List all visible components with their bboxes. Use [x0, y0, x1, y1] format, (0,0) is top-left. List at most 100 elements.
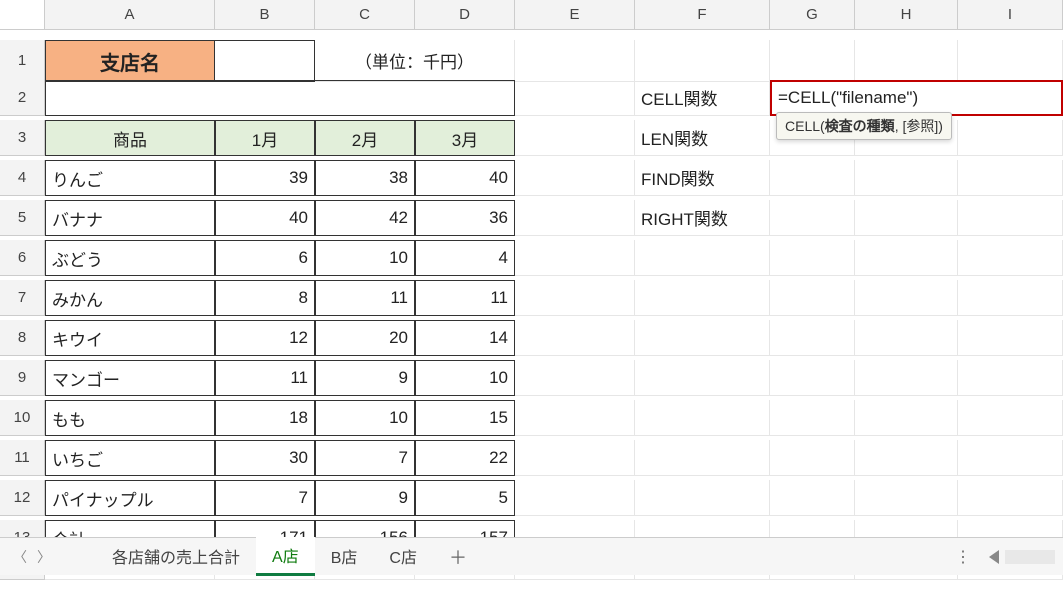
cell-G5[interactable] [770, 200, 855, 236]
cell-F10[interactable] [635, 400, 770, 436]
hscroll-left-icon[interactable] [989, 550, 999, 564]
row-header-10[interactable]: 10 [0, 400, 45, 436]
row-header-4[interactable]: 4 [0, 160, 45, 196]
cell-F1[interactable] [635, 40, 770, 82]
cell-D11[interactable]: 22 [415, 440, 515, 476]
cell-G4[interactable] [770, 160, 855, 196]
row-header-11[interactable]: 11 [0, 440, 45, 476]
cell-A4[interactable]: りんご [45, 160, 215, 196]
cell-D9[interactable]: 10 [415, 360, 515, 396]
col-header-C[interactable]: C [315, 0, 415, 30]
new-sheet-button[interactable]: ＋ [433, 544, 483, 570]
cell-E11[interactable] [515, 440, 635, 476]
col-header-H[interactable]: H [855, 0, 958, 30]
cell-F6[interactable] [635, 240, 770, 276]
cell-D4[interactable]: 40 [415, 160, 515, 196]
cell-I8[interactable] [958, 320, 1063, 356]
cell-H11[interactable] [855, 440, 958, 476]
hscroll-track[interactable] [1005, 550, 1055, 564]
cell-I6[interactable] [958, 240, 1063, 276]
cell-G11[interactable] [770, 440, 855, 476]
cell-C10[interactable]: 10 [315, 400, 415, 436]
tabs-menu-icon[interactable]: ⋮ [945, 547, 983, 567]
cell-G7[interactable] [770, 280, 855, 316]
cell-F7[interactable] [635, 280, 770, 316]
cell-I10[interactable] [958, 400, 1063, 436]
cell-E10[interactable] [515, 400, 635, 436]
cell-F12[interactable] [635, 480, 770, 516]
cell-G10[interactable] [770, 400, 855, 436]
cell-H1[interactable] [855, 40, 958, 82]
tab-c-store[interactable]: C店 [373, 538, 433, 576]
cell-B5[interactable]: 40 [215, 200, 315, 236]
row-header-5[interactable]: 5 [0, 200, 45, 236]
cell-A12[interactable]: パイナップル [45, 480, 215, 516]
select-all-corner[interactable] [0, 0, 45, 30]
cell-A8[interactable]: キウイ [45, 320, 215, 356]
cell-F5[interactable]: RIGHT関数 [635, 200, 770, 236]
cell-H4[interactable] [855, 160, 958, 196]
cell-A3[interactable]: 商品 [45, 120, 215, 156]
col-header-G[interactable]: G [770, 0, 855, 30]
cell-H6[interactable] [855, 240, 958, 276]
col-header-F[interactable]: F [635, 0, 770, 30]
cell-I5[interactable] [958, 200, 1063, 236]
cell-F2[interactable]: CELL関数 [635, 80, 770, 116]
cell-I12[interactable] [958, 480, 1063, 516]
cell-F8[interactable] [635, 320, 770, 356]
cell-G9[interactable] [770, 360, 855, 396]
cell-H9[interactable] [855, 360, 958, 396]
cell-I7[interactable] [958, 280, 1063, 316]
cell-C11[interactable]: 7 [315, 440, 415, 476]
col-header-A[interactable]: A [45, 0, 215, 30]
cell-F4[interactable]: FIND関数 [635, 160, 770, 196]
cell-A2[interactable] [45, 80, 515, 116]
cell-C9[interactable]: 9 [315, 360, 415, 396]
cell-B9[interactable]: 11 [215, 360, 315, 396]
cell-D5[interactable]: 36 [415, 200, 515, 236]
cell-B12[interactable]: 7 [215, 480, 315, 516]
tab-b-store[interactable]: B店 [315, 538, 374, 576]
col-header-E[interactable]: E [515, 0, 635, 30]
cell-B8[interactable]: 12 [215, 320, 315, 356]
tab-nav-next-icon[interactable]: 〉 [32, 545, 56, 569]
cell-G1[interactable] [770, 40, 855, 82]
row-header-8[interactable]: 8 [0, 320, 45, 356]
cell-C4[interactable]: 38 [315, 160, 415, 196]
cell-A5[interactable]: バナナ [45, 200, 215, 236]
row-header-6[interactable]: 6 [0, 240, 45, 276]
cell-D12[interactable]: 5 [415, 480, 515, 516]
cell-C6[interactable]: 10 [315, 240, 415, 276]
cell-H12[interactable] [855, 480, 958, 516]
cell-E8[interactable] [515, 320, 635, 356]
cell-B6[interactable]: 6 [215, 240, 315, 276]
cell-D8[interactable]: 14 [415, 320, 515, 356]
cell-B1[interactable] [215, 40, 315, 82]
tab-nav-prev-icon[interactable]: 〈 [8, 545, 32, 569]
cell-I11[interactable] [958, 440, 1063, 476]
cell-A1[interactable]: 支店名 [45, 40, 215, 82]
cell-B11[interactable]: 30 [215, 440, 315, 476]
cell-A10[interactable]: もも [45, 400, 215, 436]
cell-I4[interactable] [958, 160, 1063, 196]
col-header-D[interactable]: D [415, 0, 515, 30]
cell-E2[interactable] [515, 80, 635, 116]
cell-H10[interactable] [855, 400, 958, 436]
cell-B10[interactable]: 18 [215, 400, 315, 436]
cell-C1[interactable]: （単位：千円） [315, 40, 515, 82]
row-header-2[interactable]: 2 [0, 80, 45, 116]
cell-E6[interactable] [515, 240, 635, 276]
cell-F9[interactable] [635, 360, 770, 396]
tab-summary[interactable]: 各店舗の売上合計 [96, 538, 256, 576]
cell-H8[interactable] [855, 320, 958, 356]
cell-I1[interactable] [958, 40, 1063, 82]
cell-D6[interactable]: 4 [415, 240, 515, 276]
cell-C5[interactable]: 42 [315, 200, 415, 236]
row-header-3[interactable]: 3 [0, 120, 45, 156]
row-header-12[interactable]: 12 [0, 480, 45, 516]
cell-G12[interactable] [770, 480, 855, 516]
cell-F11[interactable] [635, 440, 770, 476]
cell-I3[interactable] [958, 120, 1063, 156]
cell-A7[interactable]: みかん [45, 280, 215, 316]
spreadsheet-grid[interactable]: A B C D E F G H I 1 支店名 （単位：千円） 2 CELL関数… [0, 0, 1063, 600]
